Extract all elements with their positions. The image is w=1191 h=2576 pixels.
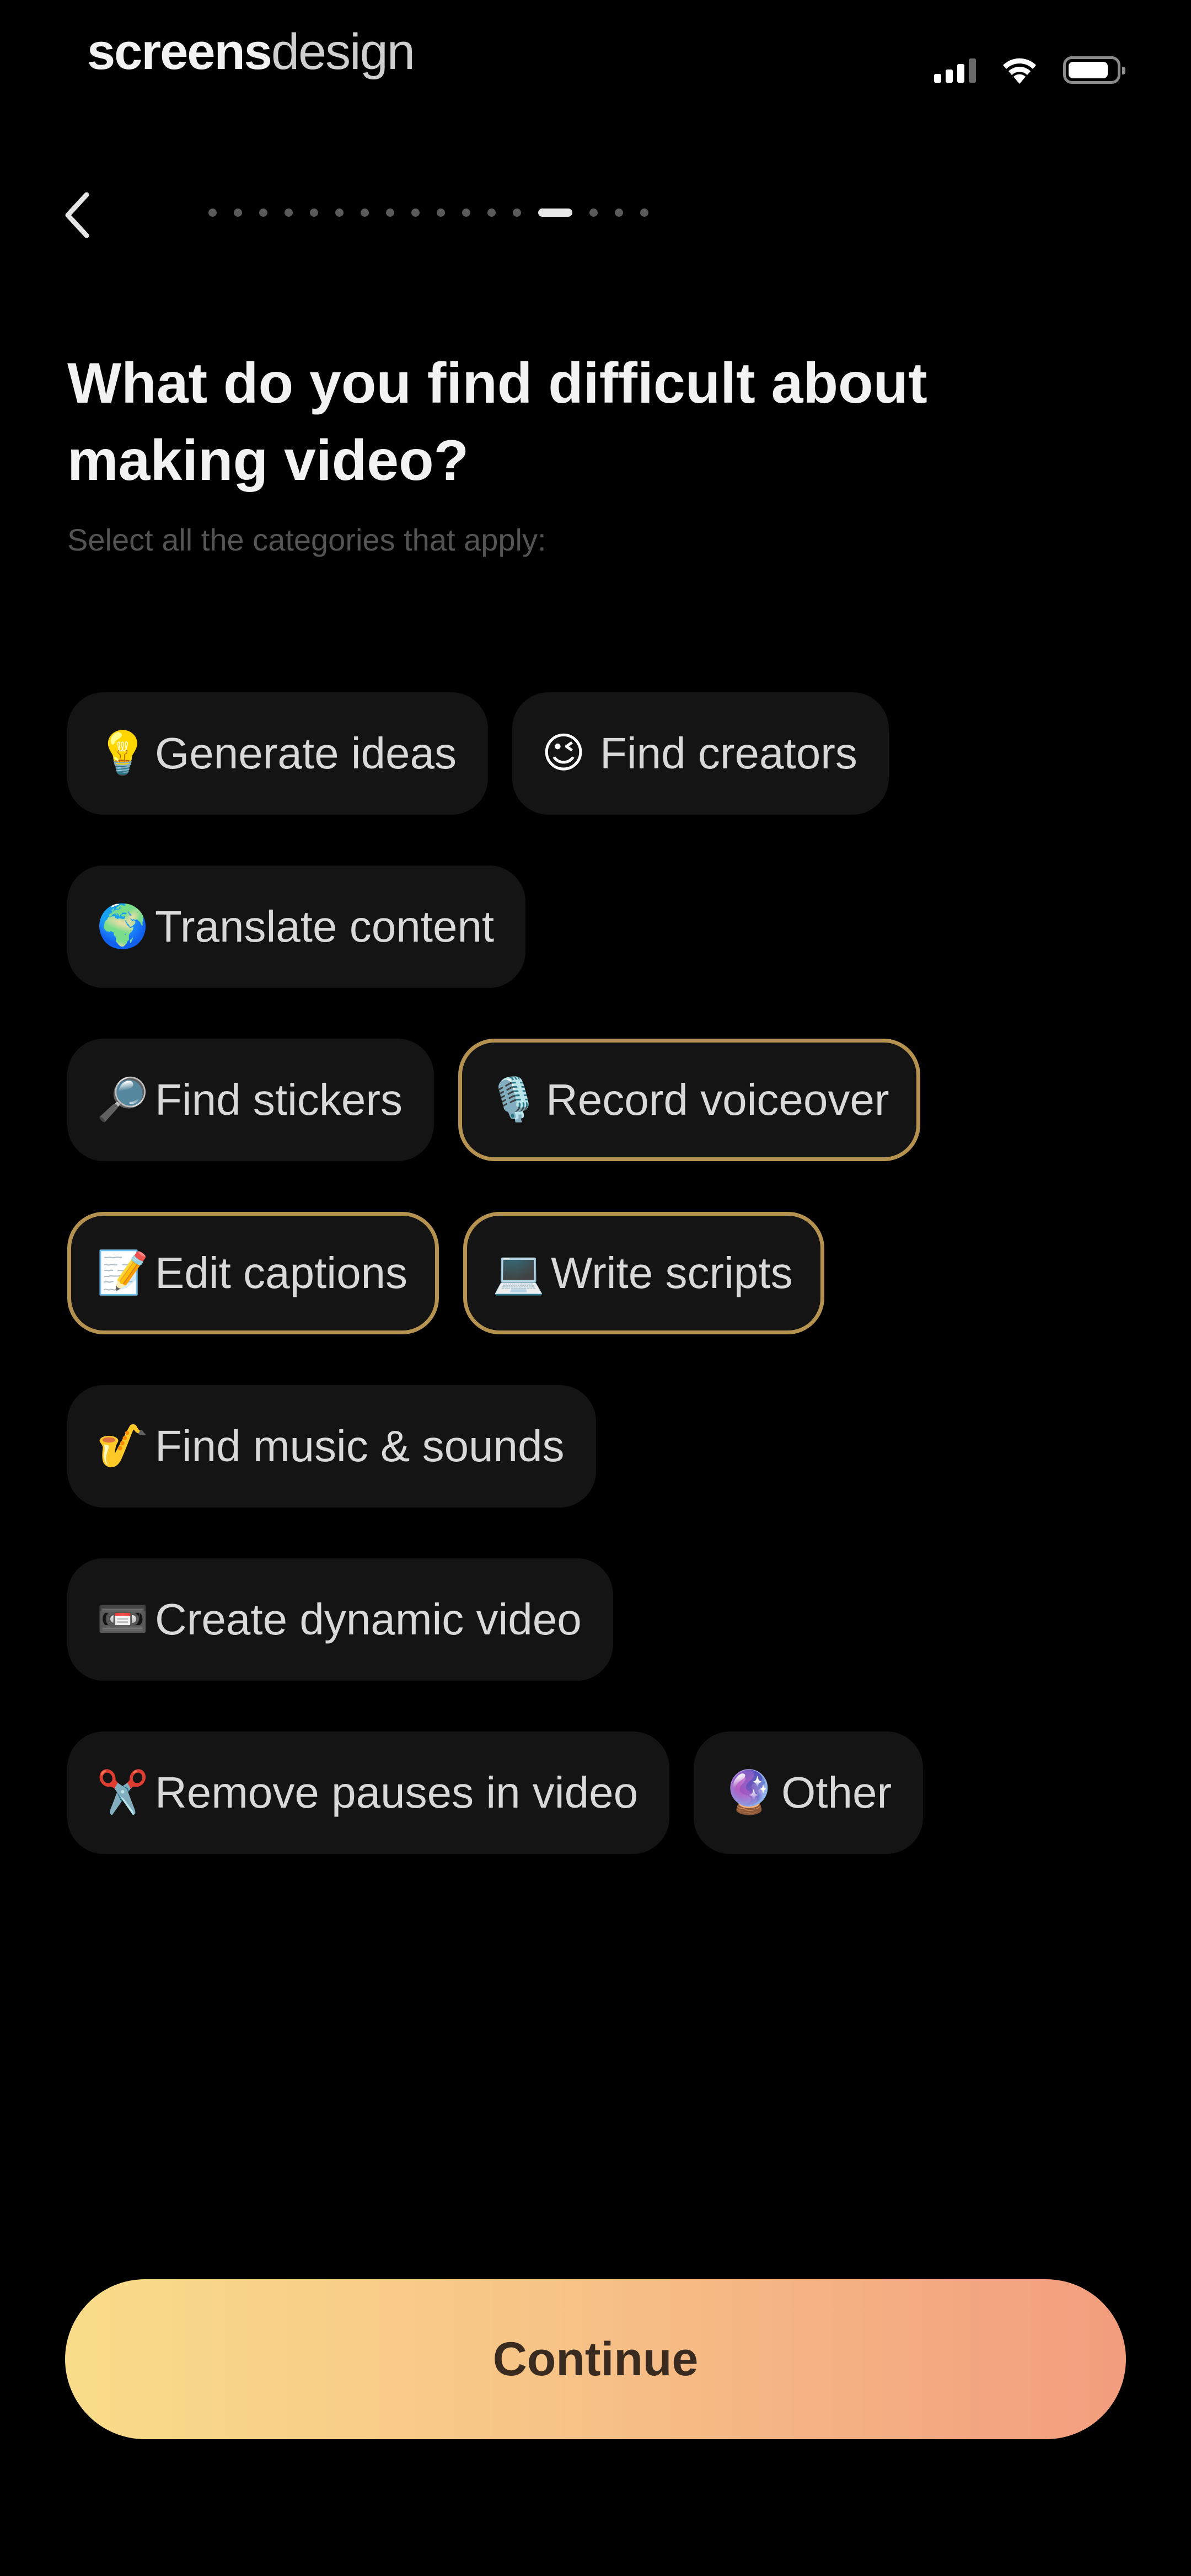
progress-dot	[208, 209, 217, 217]
progress-dot	[589, 209, 598, 217]
option-chip-label: Find music & sounds	[155, 1421, 565, 1471]
crystal-ball-icon: 🔮	[723, 1769, 775, 1816]
progress-dot	[335, 209, 344, 217]
brand-logo-bold: screens	[87, 24, 272, 80]
option-chip-label: Create dynamic video	[155, 1595, 582, 1644]
option-chip-other[interactable]: 🔮 Other	[694, 1731, 924, 1854]
progress-dot	[462, 209, 470, 217]
battery-icon	[1063, 56, 1125, 84]
status-icons	[934, 51, 1125, 89]
memo-icon: 📝	[96, 1249, 149, 1296]
progress-dot	[361, 209, 369, 217]
saxophone-icon: 🎷	[96, 1423, 149, 1469]
progress-dot	[513, 209, 521, 217]
microphone-icon: 🎙️	[487, 1076, 540, 1123]
option-chip-label: Remove pauses in video	[155, 1768, 639, 1817]
option-chip-label: Find creators	[600, 729, 857, 778]
back-button[interactable]	[53, 185, 103, 245]
brand-logo-light: design	[271, 24, 415, 80]
option-chip-create-dynamic-video[interactable]: 📼 Create dynamic video	[67, 1558, 613, 1681]
option-chip-list: 💡 Generate ideas 😉 Find creators 🌍 Trans…	[67, 692, 1126, 1854]
option-chip-label: Other	[781, 1768, 892, 1817]
brand-logo: screensdesign	[87, 24, 415, 80]
videocassette-icon: 📼	[96, 1596, 149, 1643]
laptop-icon: 💻	[492, 1249, 545, 1296]
progress-dot	[411, 209, 420, 217]
winking-face-icon: 😉	[541, 730, 586, 777]
globe-icon: 🌍	[96, 903, 149, 950]
option-chip-label: Edit captions	[155, 1248, 408, 1297]
option-chip-label: Find stickers	[155, 1075, 403, 1124]
cellular-signal-icon	[934, 57, 976, 83]
option-chip-edit-captions[interactable]: 📝 Edit captions	[67, 1212, 439, 1334]
progress-dot	[310, 209, 318, 217]
chevron-left-icon	[65, 192, 89, 238]
status-bar: screensdesign	[0, 0, 1191, 132]
continue-button-label: Continue	[492, 2332, 699, 2386]
option-chip-generate-ideas[interactable]: 💡 Generate ideas	[67, 692, 489, 815]
progress-dot	[640, 209, 648, 217]
option-chip-label: Record voiceover	[545, 1075, 889, 1124]
option-chip-find-creators[interactable]: 😉 Find creators	[512, 692, 889, 815]
question-subtitle: Select all the categories that apply:	[67, 522, 546, 557]
progress-dot-current	[538, 209, 572, 217]
progress-dot	[615, 209, 623, 217]
progress-dot	[259, 209, 267, 217]
progress-dot	[386, 209, 394, 217]
wifi-icon	[1003, 58, 1036, 84]
option-chip-label: Translate content	[155, 902, 495, 951]
option-chip-translate-content[interactable]: 🌍 Translate content	[67, 865, 526, 988]
option-chip-find-stickers[interactable]: 🔎 Find stickers	[67, 1039, 434, 1161]
option-chip-label: Generate ideas	[155, 729, 457, 778]
progress-dot	[437, 209, 445, 217]
option-chip-write-scripts[interactable]: 💻 Write scripts	[463, 1212, 824, 1334]
scissors-icon: ✂️	[96, 1769, 149, 1816]
onboarding-progress-indicator	[208, 209, 648, 217]
option-chip-find-music-sounds[interactable]: 🎷 Find music & sounds	[67, 1385, 596, 1508]
magnifying-glass-icon: 🔎	[96, 1076, 149, 1123]
lightbulb-icon: 💡	[96, 730, 149, 777]
question-title: What do you find difficult about making …	[67, 351, 927, 493]
option-chip-label: Write scripts	[551, 1248, 793, 1297]
option-chip-remove-pauses[interactable]: ✂️ Remove pauses in video	[67, 1731, 670, 1854]
option-chip-record-voiceover[interactable]: 🎙️ Record voiceover	[458, 1039, 921, 1161]
continue-button[interactable]: Continue	[65, 2279, 1126, 2439]
progress-dot	[487, 209, 496, 217]
progress-dot	[285, 209, 293, 217]
progress-dot	[234, 209, 242, 217]
